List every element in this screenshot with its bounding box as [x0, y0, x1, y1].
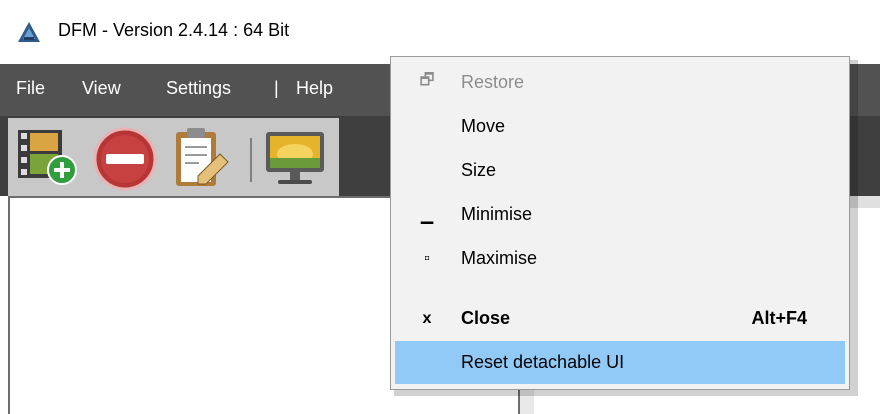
clipboard-edit-icon[interactable]: [170, 124, 236, 192]
menu-item-label: Minimise: [461, 204, 533, 224]
menu-item-label: Reset detachable UI: [461, 352, 625, 372]
left-pane-border: [8, 196, 10, 414]
menu-item-restore[interactable]: 🗗 Restore: [395, 61, 845, 104]
menu-settings[interactable]: Settings: [166, 78, 231, 99]
menu-file[interactable]: File: [16, 78, 45, 99]
system-context-menu: 🗗 Restore Move Size ▁ Minimise ▫ Maximis…: [390, 56, 850, 390]
menu-item-close[interactable]: x Close Alt+F4: [395, 297, 845, 340]
menu-help[interactable]: Help: [296, 78, 333, 99]
menu-separator: |: [274, 78, 279, 98]
menu-item-label: Close: [461, 308, 511, 328]
app-logo-icon: [18, 22, 40, 42]
menu-item-label: Size: [461, 160, 497, 180]
menu-item-move[interactable]: Move: [395, 105, 845, 148]
menu-item-size[interactable]: Size: [395, 149, 845, 192]
monitor-icon[interactable]: [262, 128, 328, 188]
maximise-icon: ▫: [424, 249, 430, 267]
toolbar-separator: [250, 138, 252, 182]
title-bar[interactable]: DFM - Version 2.4.14 : 64 Bit: [0, 0, 880, 64]
menu-item-label: Maximise: [461, 248, 538, 268]
restore-icon: 🗗: [419, 72, 435, 89]
menu-item-shortcut: Alt+F4: [751, 308, 807, 328]
window-title: DFM - Version 2.4.14 : 64 Bit: [58, 20, 290, 40]
close-icon: x: [422, 309, 432, 327]
menu-item-label: Move: [461, 116, 506, 136]
add-video-icon[interactable]: [14, 124, 84, 188]
menu-view[interactable]: View: [82, 78, 121, 99]
menu-item-label: Restore: [461, 72, 525, 92]
menu-item-reset-detachable-ui[interactable]: Reset detachable UI: [395, 341, 845, 384]
remove-icon[interactable]: [92, 126, 158, 192]
menu-item-maximise[interactable]: ▫ Maximise: [395, 237, 845, 280]
minimise-icon: ▁: [420, 206, 434, 224]
menu-item-minimise[interactable]: ▁ Minimise: [395, 193, 845, 236]
